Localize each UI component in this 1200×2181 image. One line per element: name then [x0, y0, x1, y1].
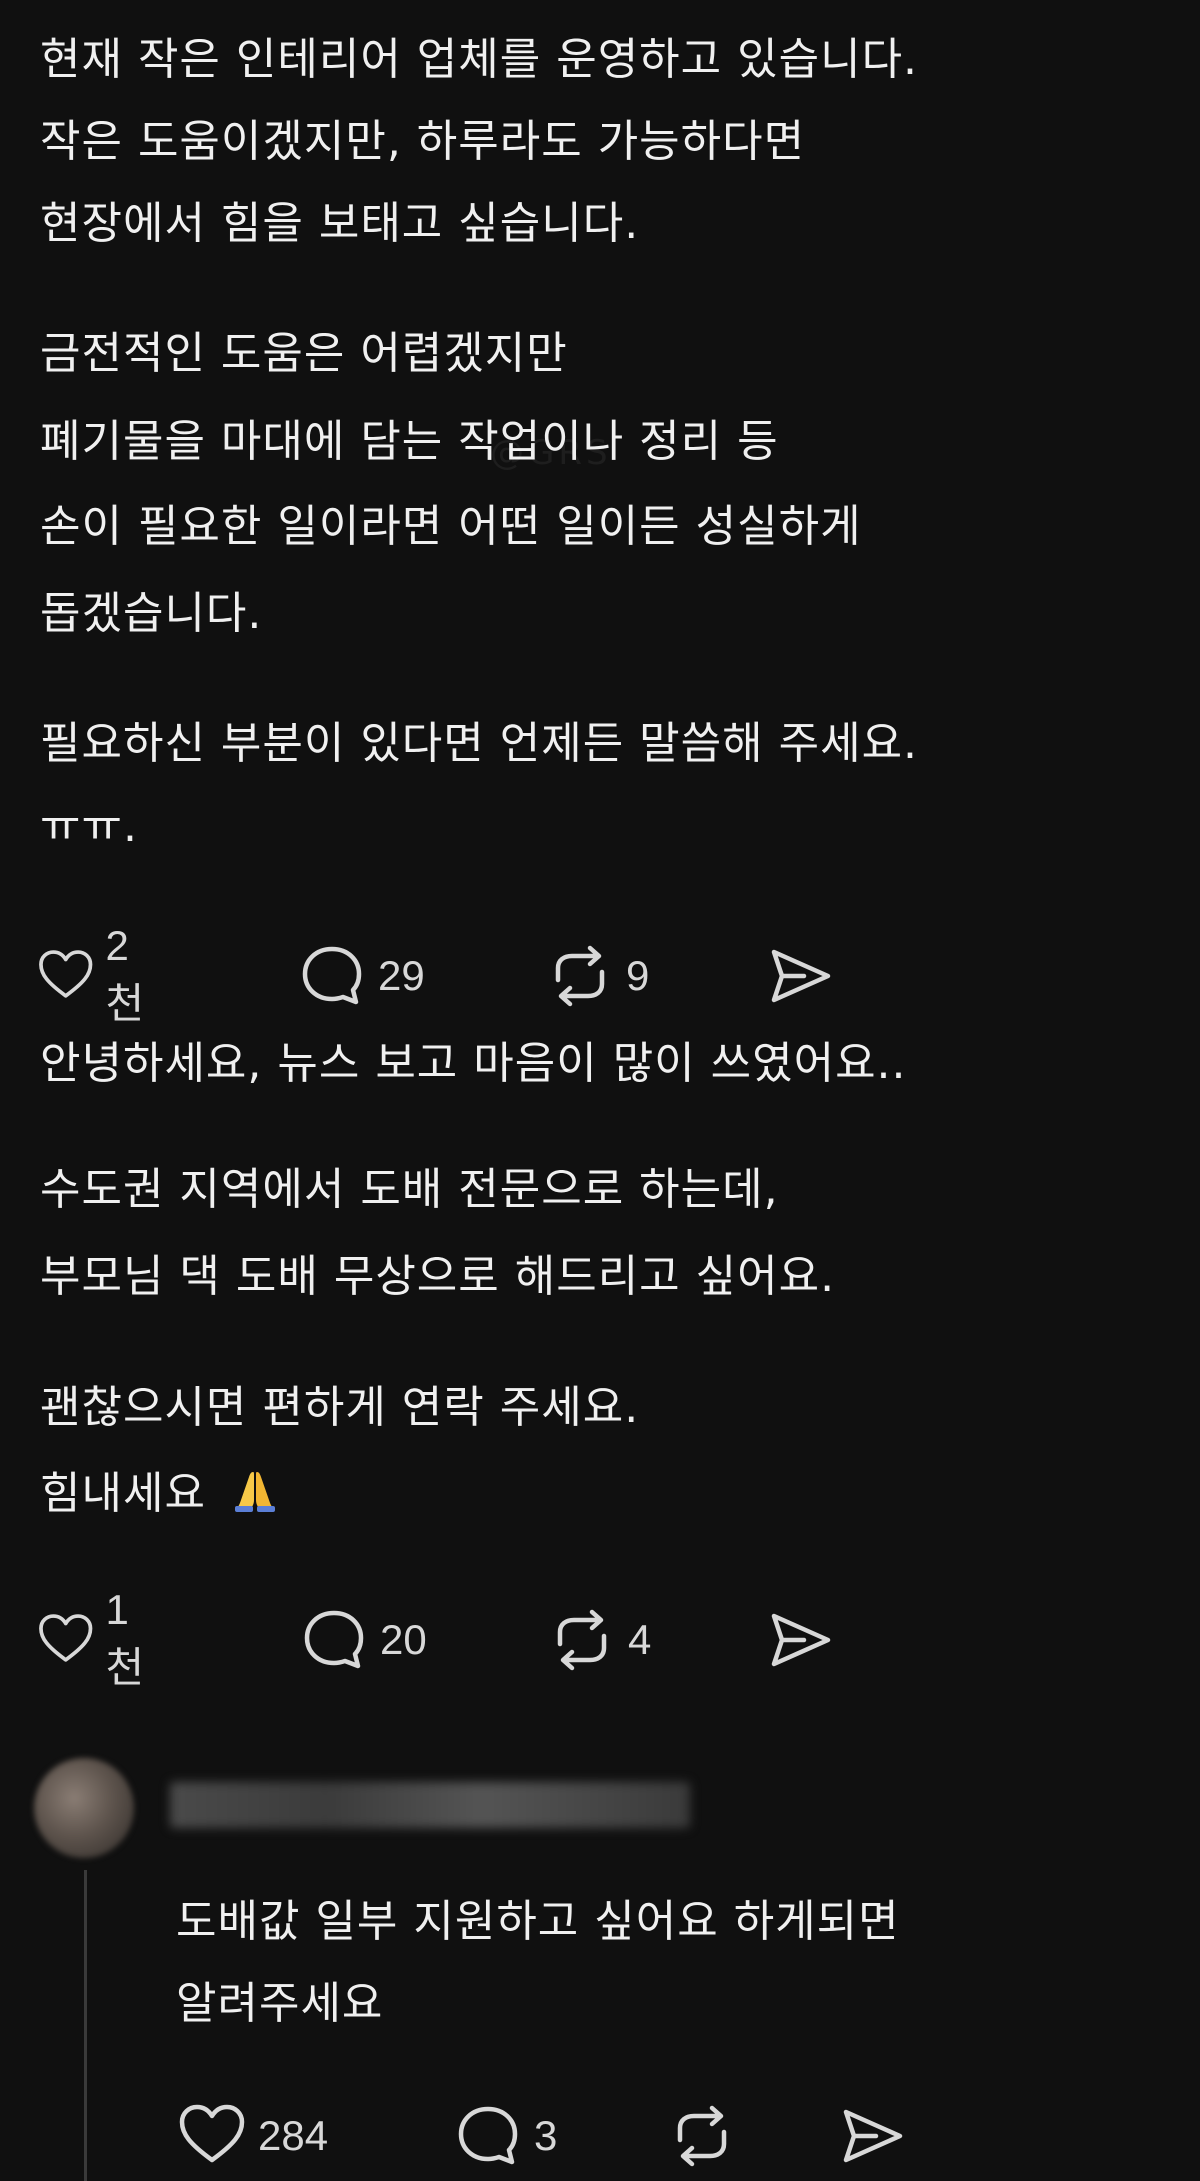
comment-count: 29 [378, 952, 425, 999]
post-text-line: 손이 필요한 일이라면 어떤 일이든 성실하게 [40, 501, 862, 552]
comment-button[interactable]: 29 [296, 940, 425, 1012]
like-button[interactable]: 284 [176, 2100, 328, 2172]
like-count: 1천 [105, 1585, 145, 1691]
author-name-redacted[interactable] [170, 1782, 690, 1828]
repost-count: 9 [626, 952, 650, 999]
comment-count: 3 [534, 2112, 558, 2159]
post-text-line: 도배값 일부 지원하고 싶어요 하게되면 [176, 1896, 900, 1947]
share-button[interactable] [764, 1604, 836, 1676]
post-text-line: ㅠㅠ. [40, 801, 138, 852]
comment-count: 20 [380, 1616, 427, 1663]
like-count: 2천 [105, 921, 145, 1027]
post-text-line: 필요하신 부분이 있다면 언제든 말씀해 주세요. [40, 718, 919, 769]
heart-icon [39, 950, 93, 998]
post-text: 힘내세요 [40, 1468, 206, 1519]
comment-button[interactable]: 20 [298, 1604, 427, 1676]
share-button[interactable] [836, 2100, 908, 2172]
comment-button[interactable]: 3 [452, 2100, 557, 2172]
repost-count: 4 [628, 1616, 652, 1663]
post-text-line: 돕겠습니다. [40, 588, 263, 639]
post-text-line: 안녕하세요, 뉴스 보고 마음이 많이 쓰였어요.. [40, 1038, 907, 1089]
send-icon [771, 949, 831, 1003]
repost-button[interactable]: 4 [546, 1604, 651, 1676]
post-text-line: 금전적인 도움은 어렵겠지만 [40, 328, 568, 379]
post-text-line: 작은 도움이겠지만, 하루라도 가능하다면 [40, 116, 806, 167]
like-count: 284 [258, 2112, 329, 2159]
heart-icon [179, 2104, 245, 2163]
heart-icon [39, 1614, 93, 1662]
send-icon [771, 1613, 831, 1667]
like-button[interactable]: 1천 [36, 1586, 157, 1691]
post-text-line: 현장에서 힘을 보태고 싶습니다. [40, 198, 640, 249]
post-text-line: 부모님 댁 도배 무상으로 해드리고 싶어요. [40, 1251, 836, 1302]
folded-hands-emoji [234, 1472, 275, 1512]
comment-bubble-icon [302, 946, 362, 1005]
post-text-line: 폐기물을 마대에 담는 작업이나 정리 등 [40, 416, 779, 467]
post-text-line: 힘내세요 [40, 1462, 279, 1526]
like-button[interactable]: 2천 [36, 922, 157, 1027]
repost-icon [557, 1609, 607, 1671]
thread-connector-line [84, 1870, 87, 2181]
share-button[interactable] [764, 940, 836, 1012]
post-text-line: 현재 작은 인테리어 업체를 운영하고 있습니다. [40, 34, 919, 85]
repost-icon [555, 945, 605, 1007]
repost-button[interactable] [666, 2100, 738, 2172]
post-text-line: 알려주세요 [176, 1978, 384, 2029]
send-icon [843, 2109, 903, 2163]
post-text-line: 수도권 지역에서 도배 전문으로 하는데, [40, 1164, 779, 1215]
avatar[interactable] [34, 1758, 134, 1858]
comment-bubble-icon [458, 2106, 518, 2165]
post-text-line: 괜찮으시면 편하게 연락 주세요. [40, 1382, 640, 1433]
repost-icon [677, 2105, 727, 2167]
comment-bubble-icon [304, 1610, 364, 1669]
thread-feed: @GRS 현재 작은 인테리어 업체를 운영하고 있습니다. 작은 도움이겠지만… [0, 0, 1200, 2181]
repost-button[interactable]: 9 [544, 940, 649, 1012]
